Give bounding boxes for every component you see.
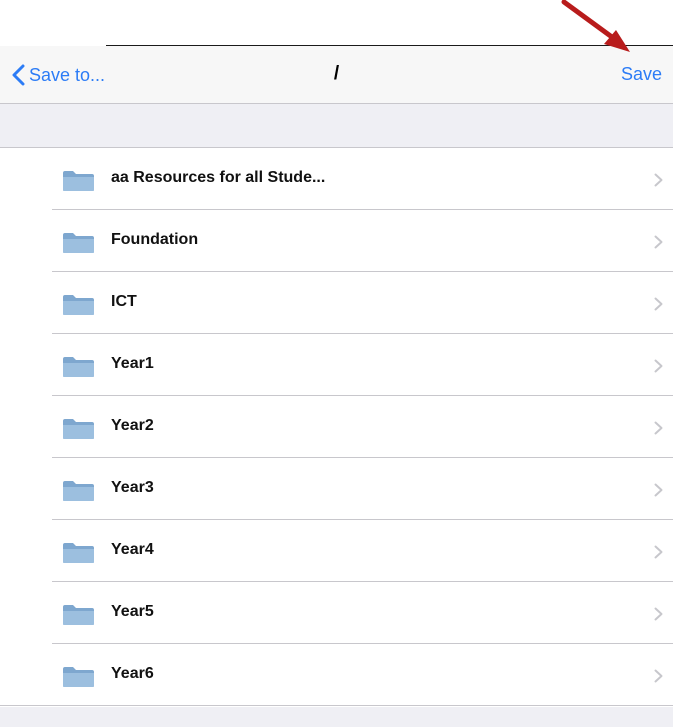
folder-label: Year4: [111, 541, 154, 558]
folder-row-year4[interactable]: Year4: [0, 520, 673, 582]
red-arrow-icon: [561, 0, 630, 52]
chevron-right-icon: [654, 483, 663, 497]
chevron-right-icon: [654, 421, 663, 435]
chevron-right-icon: [654, 607, 663, 621]
folder-label: aa Resources for all Stude...: [111, 169, 326, 186]
chevron-right-icon: [654, 297, 663, 311]
folder-label: Year6: [111, 665, 154, 682]
chevron-right-icon: [654, 173, 663, 187]
folder-label: ICT: [111, 293, 137, 310]
folder-icon: [63, 171, 94, 191]
folder-row-year3[interactable]: Year3: [0, 458, 673, 520]
page-title: /: [333, 63, 340, 84]
folder-label: Foundation: [111, 231, 199, 248]
folder-icon: [63, 667, 94, 687]
folder-label: Year2: [111, 417, 154, 434]
folder-label: Year3: [111, 479, 154, 496]
bottom-spacer: [0, 707, 673, 727]
folder-icon: [63, 419, 94, 439]
folder-list: aa Resources for all Stude... Foundation…: [0, 148, 673, 706]
save-to-dialog: Save to... / Save aa Resources for all S…: [0, 0, 673, 727]
section-header-spacer: [0, 104, 673, 148]
folder-icon: [63, 543, 94, 563]
folder-row-year6[interactable]: Year6: [0, 644, 673, 706]
folder-row-resources[interactable]: aa Resources for all Stude...: [0, 148, 673, 210]
folder-icon: [63, 605, 94, 625]
folder-label: Year1: [111, 355, 154, 372]
chevron-right-icon: [654, 235, 663, 249]
folder-row-year1[interactable]: Year1: [0, 334, 673, 396]
save-button[interactable]: Save: [621, 64, 662, 85]
folder-row-year2[interactable]: Year2: [0, 396, 673, 458]
chevron-right-icon: [654, 669, 663, 683]
folder-row-ict[interactable]: ICT: [0, 272, 673, 334]
folder-icon: [63, 357, 94, 377]
folder-icon: [63, 481, 94, 501]
chevron-right-icon: [654, 359, 663, 373]
folder-row-year5[interactable]: Year5: [0, 582, 673, 644]
folder-label: Year5: [111, 603, 154, 620]
folder-icon: [63, 295, 94, 315]
folder-row-foundation[interactable]: Foundation: [0, 210, 673, 272]
chevron-right-icon: [654, 545, 663, 559]
folder-icon: [63, 233, 94, 253]
